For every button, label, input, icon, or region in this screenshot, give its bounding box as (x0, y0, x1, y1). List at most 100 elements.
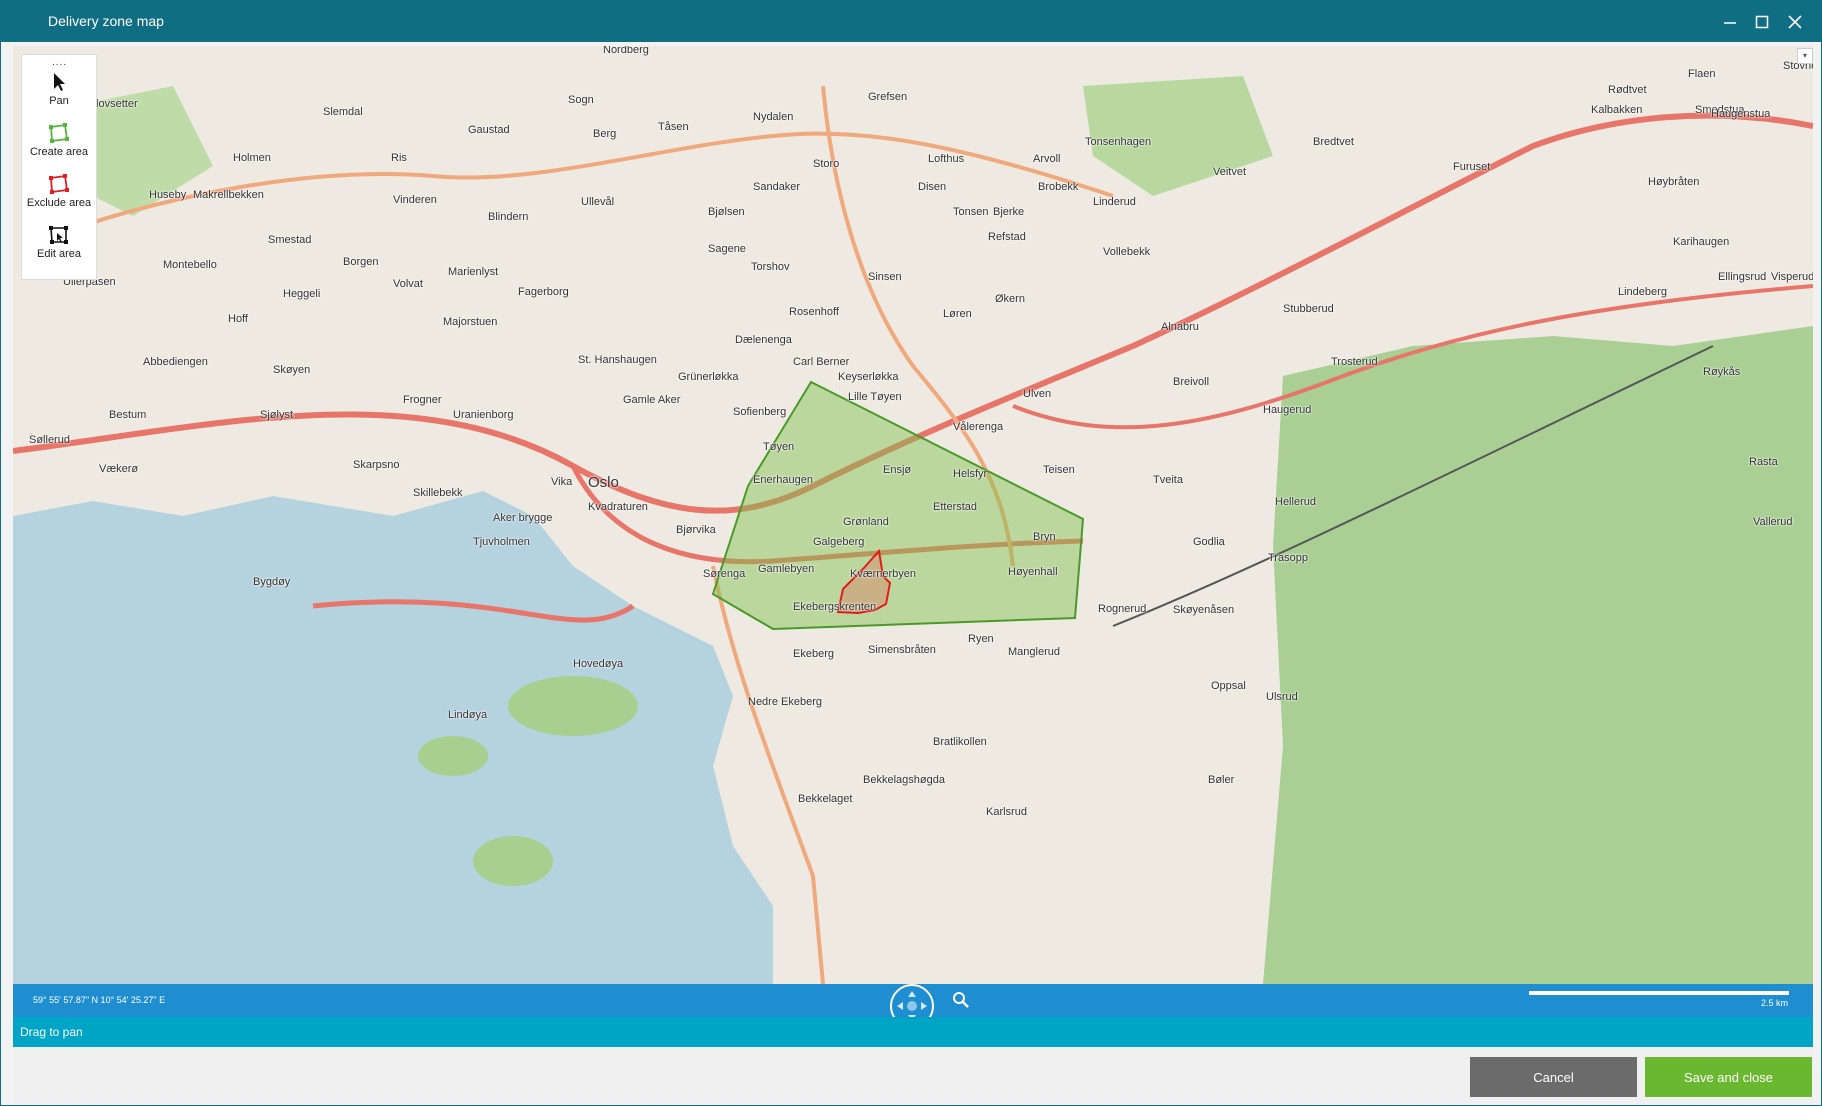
tool-create-area[interactable]: Create area (22, 122, 96, 170)
place-label: Hoff (228, 313, 248, 325)
place-label: Rasta (1749, 456, 1778, 468)
place-label: Gaustad (468, 124, 510, 136)
save-and-close-button[interactable]: Save and close (1645, 1057, 1812, 1097)
tool-exclude-area[interactable]: Exclude area (22, 173, 96, 221)
place-label: Carl Berner (793, 356, 850, 368)
place-label: Søllerud (29, 434, 70, 446)
place-label: Sogn (568, 94, 594, 106)
place-label: Lindøya (448, 709, 488, 721)
place-label: Sørenga (703, 568, 746, 580)
place-label: Slemdal (323, 106, 363, 118)
place-label: Oppsal (1211, 680, 1246, 692)
drawing-toolbar: .... Pan Create area Exclude area Edit a… (21, 54, 97, 280)
place-label: Lille Tøyen (848, 391, 902, 403)
place-label: Montebello (163, 259, 217, 271)
tool-label: Edit area (36, 248, 82, 260)
map-view[interactable]: Nordberg Sogn Ilovsetter Slemdal Gaustad Berg… (13, 46, 1813, 984)
tool-label: Create area (29, 146, 89, 158)
zoom-icon[interactable] (952, 991, 970, 1009)
place-label: Visperud (1771, 271, 1813, 283)
place-label: Veitvet (1213, 166, 1247, 178)
cursor-coordinates: 59° 55' 57.87" N 10° 54' 25.27" E (33, 995, 166, 1005)
place-label: Smestad (268, 234, 312, 246)
place-label: Bjølsen (708, 206, 745, 218)
place-label: Vækerø (99, 463, 139, 475)
place-label: Uranienborg (453, 409, 514, 421)
place-label: Ilovsetter (93, 98, 138, 110)
place-label: Hovedøya (573, 658, 624, 670)
place-label: Enerhaugen (753, 474, 813, 486)
place-label: Furuset (1453, 161, 1491, 173)
scale-bar (1529, 991, 1789, 995)
place-label: Røykås (1703, 366, 1741, 378)
toolbar-grip[interactable]: .... (52, 57, 67, 68)
place-label: Breivoll (1173, 376, 1210, 388)
place-label: Vika (551, 476, 573, 488)
place-label: Ellingsrud (1718, 271, 1767, 283)
minimize-button[interactable] (1718, 10, 1742, 34)
place-label: Aker brygge (493, 512, 553, 524)
tool-label: Exclude area (26, 197, 92, 209)
place-label: Lindeberg (1618, 286, 1667, 298)
place-label: Tjuvholmen (473, 536, 530, 548)
place-label: Bestum (109, 409, 147, 421)
exclude-area-icon (49, 174, 69, 194)
place-label: Disen (918, 181, 947, 193)
place-label: Fagerborg (518, 286, 569, 298)
place-label: Borgen (343, 256, 379, 268)
place-label: Ensjø (883, 464, 912, 476)
place-label: Holmen (233, 152, 271, 164)
place-label: Torshov (751, 261, 790, 273)
place-label: Helsfyr (953, 468, 988, 480)
place-label: Skarpsno (353, 459, 400, 471)
place-label: Volvat (393, 278, 423, 290)
place-label: Vollebekk (1103, 246, 1151, 258)
place-label: Kalbakken (1591, 104, 1643, 116)
place-label: Bjerke (993, 206, 1025, 218)
place-label: Oslo (588, 474, 619, 491)
place-label: Trasopp (1268, 552, 1308, 564)
tool-edit-area[interactable]: Edit area (22, 224, 96, 272)
place-label: Dælenenga (735, 334, 792, 346)
place-label: Bøler (1208, 774, 1235, 786)
place-label: Flaen (1688, 68, 1716, 80)
place-label: Abbediengen (143, 356, 208, 368)
place-label: Alnabru (1161, 321, 1199, 333)
place-label: Lofthus (928, 153, 965, 165)
place-label: Bekkelagshøgda (863, 774, 945, 786)
maximize-button[interactable] (1750, 10, 1774, 34)
place-label: Linderud (1093, 196, 1136, 208)
cancel-button[interactable]: Cancel (1470, 1057, 1637, 1097)
place-label: Hellerud (1275, 496, 1316, 508)
place-label: Nydalen (753, 111, 794, 123)
place-label: Ullevål (581, 196, 615, 208)
place-label: Heggeli (283, 288, 321, 300)
title-bar[interactable]: Delivery zone map (1, 1, 1821, 42)
place-label: St. Hanshaugen (578, 354, 657, 366)
place-label: Makrellbekken (193, 189, 264, 201)
place-label: Etterstad (933, 501, 978, 513)
close-button[interactable] (1783, 10, 1807, 34)
tool-pan[interactable]: Pan (22, 71, 96, 119)
place-label: Tøyen (763, 441, 795, 453)
place-label: Rognerud (1098, 603, 1147, 615)
place-label: Trosterud (1331, 356, 1378, 368)
place-label: Keyserløkka (838, 371, 899, 383)
map-tiles (13, 76, 1813, 984)
place-label: Marienlyst (448, 266, 499, 278)
place-label: Ekeberg (793, 648, 834, 660)
place-label: Blindern (488, 211, 529, 223)
map-options-button[interactable]: ▾ (1797, 48, 1813, 64)
place-label: Grünerløkka (678, 371, 739, 383)
place-label: Skillebekk (413, 487, 463, 499)
place-label: Vallerud (1753, 516, 1793, 528)
status-bar: 59° 55' 57.87" N 10° 54' 25.27" E 2.5 km (13, 984, 1813, 1028)
place-label: Ris (391, 152, 407, 164)
place-label: Frogner (403, 394, 442, 406)
place-label: Ryen (968, 633, 994, 645)
place-label: Haugerud (1263, 404, 1312, 416)
place-label: Bratlikollen (933, 736, 987, 748)
place-label: Haugenstua (1711, 108, 1771, 120)
place-label: Galgeberg (813, 536, 865, 548)
place-label: Sjølyst (260, 409, 293, 421)
